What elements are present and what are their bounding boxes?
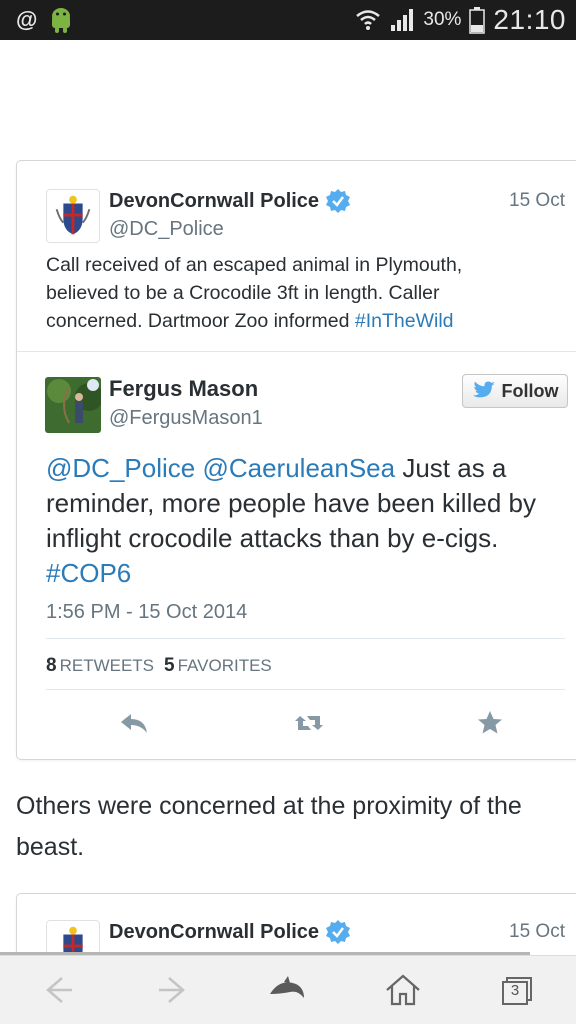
quoted-author-label: DevonCornwall Police	[109, 189, 320, 212]
article-paragraph: Others were concerned at the proximity o…	[16, 792, 522, 861]
clock: 21:10	[493, 4, 566, 35]
home-icon[interactable]	[383, 970, 423, 1010]
hashtag-link[interactable]: #InTheWild	[355, 310, 454, 332]
tweet-actions	[17, 706, 576, 746]
retweets-stat[interactable]: 8 RETWEETS	[46, 655, 154, 677]
dolphin-icon[interactable]	[266, 970, 306, 1010]
follow-button[interactable]: Follow	[462, 374, 568, 408]
status-left: @	[16, 6, 73, 34]
tweet-timestamp[interactable]: 1:56 PM - 15 Oct 2014	[46, 601, 247, 624]
browser-bottom-bar: 3	[0, 955, 576, 1024]
tweet-stats: 8 RETWEETS 5 FAVORITES	[46, 655, 272, 677]
favorite-star-icon[interactable]	[473, 706, 507, 740]
author-name[interactable]: DevonCornwall Police	[109, 919, 351, 945]
retweet-icon[interactable]	[292, 706, 326, 740]
retweets-label: RETWEETS	[59, 656, 155, 675]
divider	[46, 689, 565, 690]
author-handle[interactable]: @FergusMason1	[109, 407, 263, 430]
at-icon: @	[16, 7, 38, 32]
tweet-text: @DC_Police @CaeruleanSea Just as a remin…	[46, 451, 546, 591]
back-arrow-icon[interactable]	[38, 970, 78, 1010]
favorites-stat[interactable]: 5 FAVORITES	[164, 655, 272, 677]
author-name[interactable]: Fergus Mason	[109, 376, 258, 402]
android-icon	[52, 8, 71, 33]
author-label: DevonCornwall Police	[109, 920, 320, 943]
favorites-count: 5	[164, 655, 175, 676]
signal-icon	[391, 9, 414, 31]
quoted-tweet-date[interactable]: 15 Oct	[509, 190, 565, 212]
quoted-author-name[interactable]: DevonCornwall Police	[109, 188, 351, 214]
wifi-icon	[356, 10, 381, 30]
hashtag-link[interactable]: #COP6	[46, 558, 131, 588]
embedded-tweet-card: DevonCornwall Police @DC_Police 15 Oct C…	[16, 160, 576, 760]
mention-link[interactable]: @DC_Police	[46, 453, 195, 483]
battery-percent: 30%	[423, 9, 462, 30]
quoted-tweet-text: Call received of an escaped animal in Pl…	[46, 251, 516, 335]
status-bar: @ 30% 21:10	[0, 0, 576, 40]
tabs-button[interactable]: 3	[497, 970, 537, 1010]
divider	[46, 638, 565, 639]
twitter-bird-icon	[472, 381, 495, 398]
quoted-tweet[interactable]: DevonCornwall Police @DC_Police 15 Oct C…	[17, 161, 576, 352]
verified-badge-icon	[326, 189, 351, 213]
retweets-count: 8	[46, 655, 57, 676]
forward-arrow-icon[interactable]	[153, 970, 193, 1010]
status-right: 30% 21:10	[355, 4, 566, 36]
police-crest-avatar[interactable]	[46, 189, 100, 243]
tweet-date[interactable]: 15 Oct	[509, 921, 565, 943]
fergus-avatar[interactable]	[45, 377, 101, 433]
quoted-author-handle[interactable]: @DC_Police	[109, 218, 224, 241]
reply-icon[interactable]	[117, 706, 151, 740]
battery-icon	[469, 7, 486, 34]
mention-link[interactable]: @CaeruleanSea	[202, 453, 395, 483]
verified-badge-icon	[326, 920, 351, 944]
follow-label: Follow	[501, 380, 559, 401]
favorites-label: FAVORITES	[177, 656, 272, 675]
tab-count: 3	[510, 982, 520, 999]
